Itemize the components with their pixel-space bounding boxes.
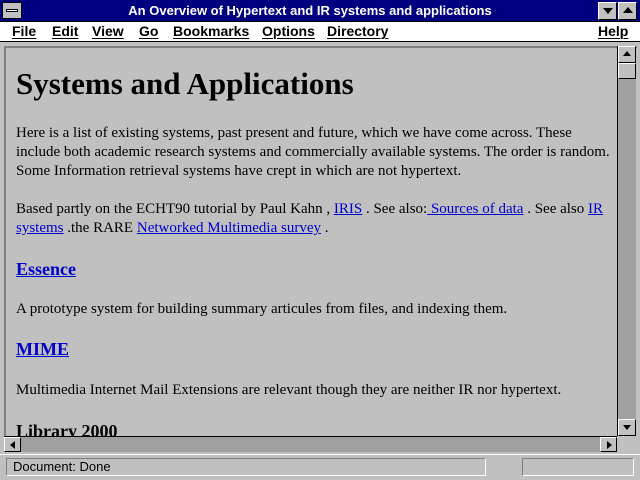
arrow-left-icon (10, 441, 15, 449)
system-menu-icon (6, 9, 18, 12)
status-text: Document: Done (6, 458, 486, 476)
vertical-scroll-track[interactable] (618, 79, 636, 419)
horizontal-scroll-track[interactable] (21, 437, 600, 452)
section-heading-essence: Essence (16, 259, 76, 280)
section-heading-mime: MIME (16, 339, 69, 360)
menu-directory[interactable]: Directory (327, 23, 388, 39)
arrow-down-icon (623, 425, 631, 430)
menu-edit[interactable]: Edit (52, 23, 78, 39)
link-mime[interactable]: MIME (16, 339, 69, 359)
vertical-scroll-thumb[interactable] (618, 63, 636, 79)
scrollbar-corner (617, 436, 636, 452)
link-iris[interactable]: IRIS (334, 201, 362, 217)
window-title: An Overview of Hypertext and IR systems … (128, 3, 492, 18)
menu-bar: File Edit View Go Bookmarks Options Dire… (0, 22, 640, 42)
based-on-paragraph: Based partly on the ECHT90 tutorial by P… (16, 200, 614, 238)
menu-options[interactable]: Options (262, 23, 315, 39)
link-sources-of-data[interactable]: Sources of data (427, 201, 523, 217)
system-menu-button[interactable] (2, 2, 22, 19)
progress-indicator (522, 458, 634, 476)
minimize-icon (603, 8, 613, 14)
arrow-right-icon (607, 441, 612, 449)
link-essence[interactable]: Essence (16, 259, 76, 279)
scroll-left-button[interactable] (4, 437, 21, 452)
menu-file[interactable]: File (12, 23, 36, 39)
based-text-5: . (320, 220, 329, 236)
based-text-4: .the RARE (63, 220, 137, 236)
section-text-essence: A prototype system for building summary … (16, 301, 508, 317)
scroll-down-button[interactable] (618, 419, 636, 436)
horizontal-scrollbar[interactable] (4, 436, 617, 452)
arrow-up-icon (623, 51, 631, 56)
based-text-2: . See also: (362, 201, 428, 217)
section-heading-library-2000: Library 2000 (16, 421, 118, 437)
based-text-3: . See also (523, 201, 589, 217)
scroll-up-button[interactable] (618, 46, 636, 63)
title-bar[interactable]: An Overview of Hypertext and IR systems … (0, 0, 640, 22)
scroll-right-button[interactable] (600, 437, 617, 452)
document-body: Systems and Applications Here is a list … (6, 48, 619, 437)
menu-help[interactable]: Help (598, 23, 628, 39)
section-text-mime: Multimedia Internet Mail Extensions are … (16, 382, 562, 398)
document-viewport[interactable]: Systems and Applications Here is a list … (4, 46, 637, 452)
page-title: Systems and Applications (16, 66, 354, 101)
menu-bookmarks[interactable]: Bookmarks (173, 23, 249, 39)
intro-paragraph: Here is a list of existing systems, past… (16, 125, 610, 179)
vertical-scrollbar[interactable] (617, 46, 636, 436)
maximize-button[interactable] (618, 2, 637, 20)
maximize-icon (623, 7, 633, 13)
link-networked-multimedia-survey[interactable]: Networked Multimedia survey (137, 220, 321, 236)
menu-view[interactable]: View (92, 23, 124, 39)
based-text-1: Based partly on the ECHT90 tutorial by P… (16, 201, 334, 217)
minimize-button[interactable] (598, 2, 617, 20)
menu-go[interactable]: Go (139, 23, 158, 39)
status-bar: Document: Done (0, 454, 640, 480)
